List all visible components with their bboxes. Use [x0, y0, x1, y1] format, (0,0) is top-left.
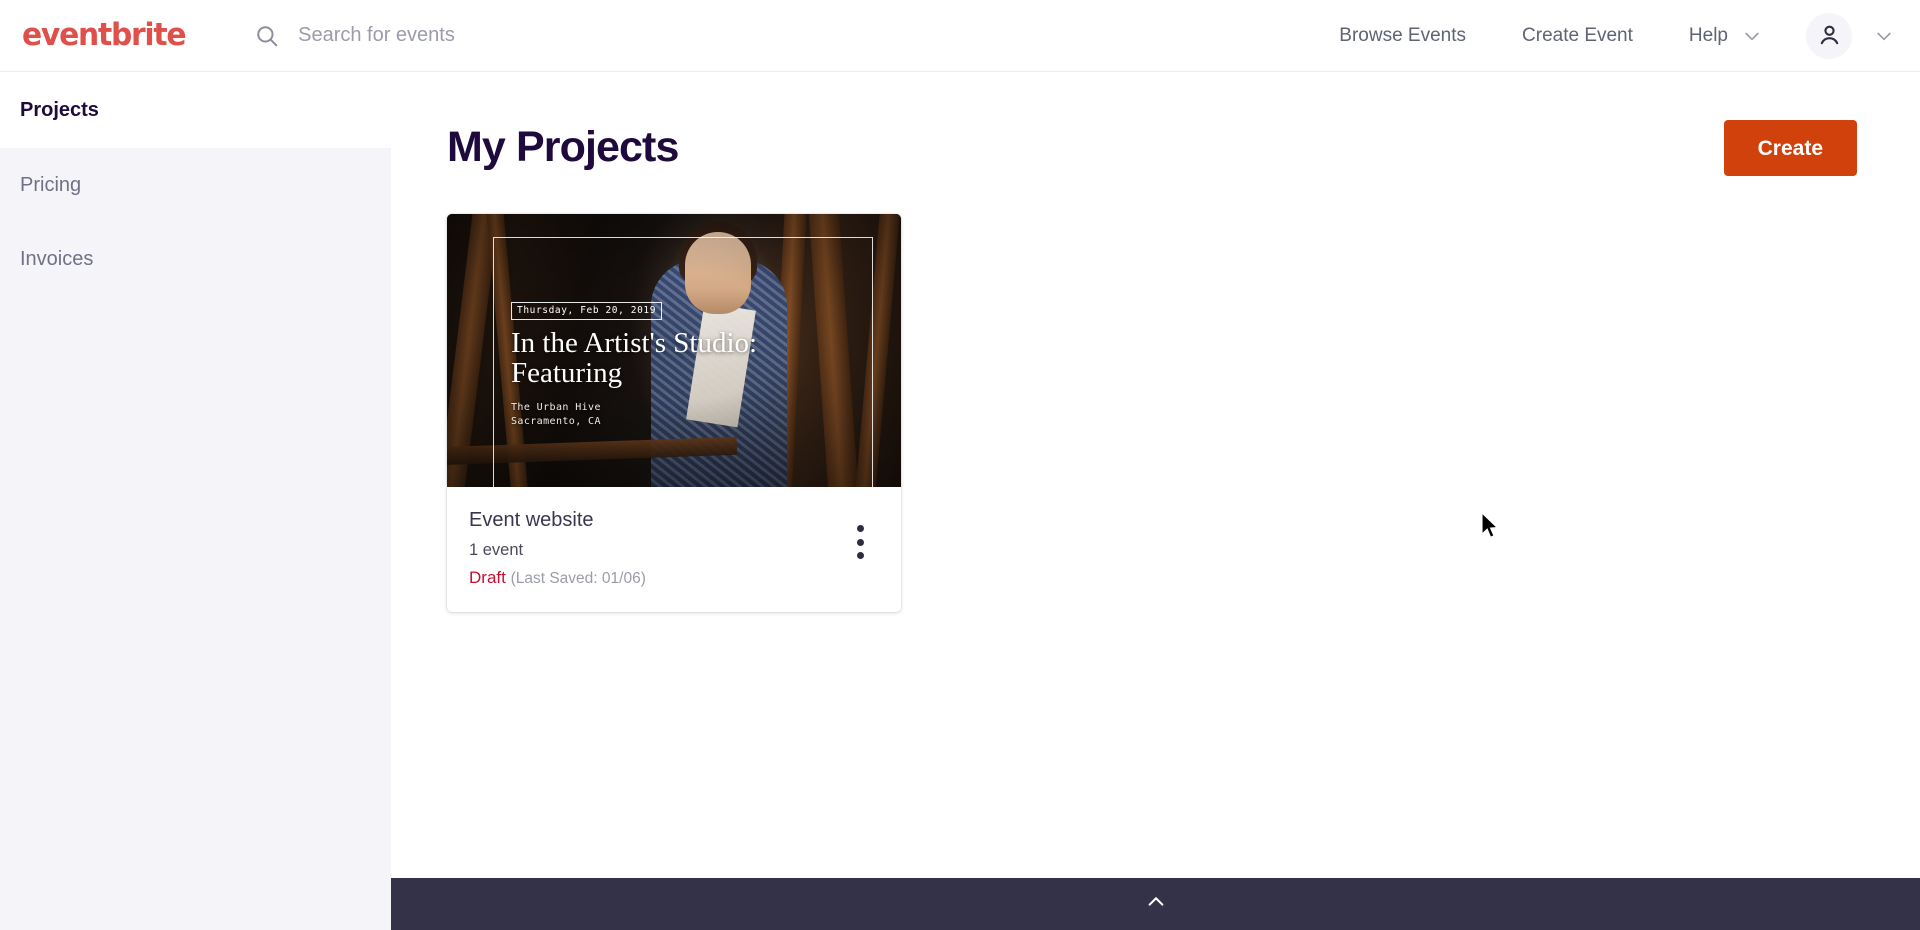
thumbnail-title: In the Artist's Studio: Featuring: [511, 327, 758, 389]
thumbnail-overlay-text: Thursday, Feb 20, 2019 In the Artist's S…: [511, 300, 841, 430]
nav-browse-events[interactable]: Browse Events: [1339, 26, 1466, 45]
bottom-expand-bar[interactable]: [391, 878, 1920, 930]
eventbrite-logo[interactable]: eventbrite: [22, 20, 192, 51]
sidebar-item-label: Invoices: [20, 247, 94, 270]
projects-grid: Thursday, Feb 20, 2019 In the Artist's S…: [391, 176, 1920, 612]
project-event-count: 1 event: [469, 541, 524, 559]
search-input[interactable]: [298, 20, 719, 51]
project-card[interactable]: Thursday, Feb 20, 2019 In the Artist's S…: [447, 214, 901, 612]
sidebar-item-pricing[interactable]: Pricing: [0, 148, 391, 222]
project-status-line: Draft (Last Saved: 01/06): [469, 567, 879, 588]
user-avatar-icon: [1820, 25, 1838, 45]
eventbrite-app-window: eventbrite Browse Events Create Event He…: [0, 0, 1920, 930]
main-content: My Projects Create Thursday, Feb 20, 201…: [391, 72, 1920, 878]
thumbnail-date: Thursday, Feb 20, 2019: [511, 302, 663, 320]
create-button[interactable]: Create: [1723, 120, 1857, 176]
kebab-menu-icon[interactable]: [857, 525, 865, 559]
project-thumbnail[interactable]: Thursday, Feb 20, 2019 In the Artist's S…: [447, 214, 901, 487]
header-nav: Browse Events Create Event Help: [1339, 0, 1920, 71]
account-chevron-down-icon[interactable]: [1874, 26, 1894, 46]
project-card-body: Event website 1 event Draft (Last Saved:…: [447, 487, 901, 612]
top-header: eventbrite Browse Events Create Event He…: [0, 0, 1920, 72]
sidebar: Projects Pricing Invoices: [0, 72, 391, 930]
thumbnail-location: Sacramento, CA: [511, 416, 601, 428]
sidebar-item-invoices[interactable]: Invoices: [0, 222, 391, 296]
chevron-down-icon[interactable]: [1742, 26, 1762, 46]
nav-help[interactable]: Help: [1689, 26, 1728, 45]
project-last-saved: (Last Saved: 01/06): [510, 569, 646, 587]
sidebar-item-label: Pricing: [20, 173, 82, 196]
nav-create-event[interactable]: Create Event: [1522, 26, 1633, 45]
page-header: My Projects Create: [391, 72, 1920, 176]
thumbnail-venue: The Urban Hive: [511, 401, 601, 413]
search-bar[interactable]: [254, 14, 719, 58]
chevron-up-icon: [1145, 894, 1167, 908]
avatar[interactable]: [1806, 12, 1852, 59]
sidebar-item-label: Projects: [20, 98, 99, 121]
sidebar-item-projects[interactable]: Projects: [0, 72, 391, 148]
search-icon: [254, 23, 280, 49]
project-name: Event website: [469, 509, 594, 531]
page-title: My Projects: [447, 123, 679, 172]
status-badge: Draft: [469, 567, 506, 587]
brand-wordmark: eventbrite: [22, 17, 187, 53]
